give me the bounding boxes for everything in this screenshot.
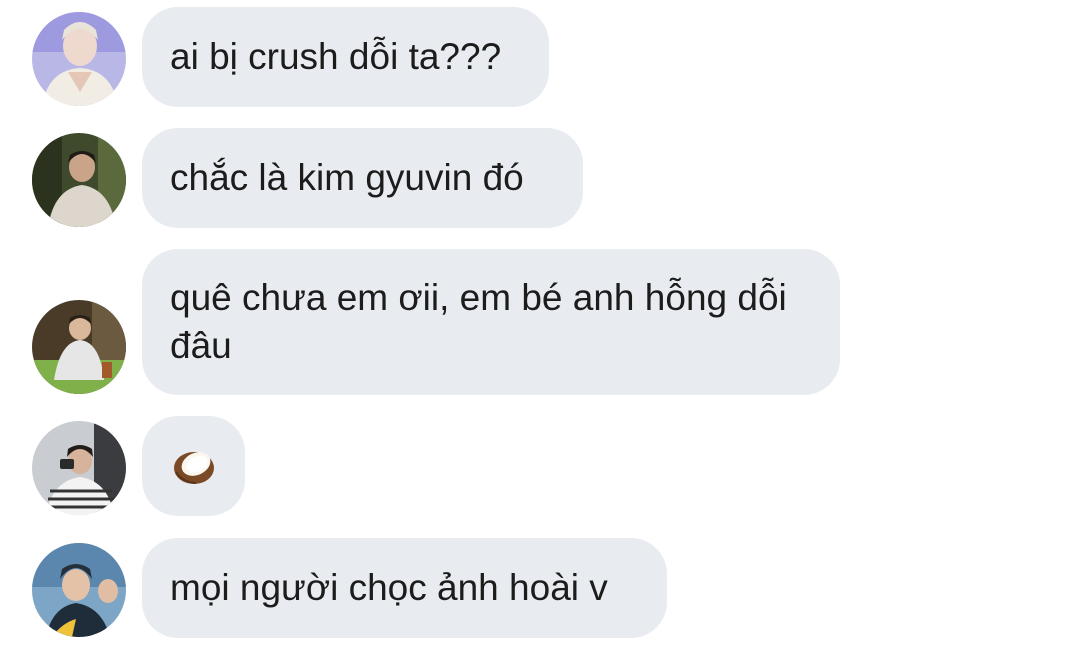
avatar[interactable] xyxy=(32,543,126,637)
coconut-emoji-icon xyxy=(173,452,214,484)
message-text: chắc là kim gyuvin đó xyxy=(170,157,524,198)
message-text: quê chưa em ơii, em bé anh hỗng dỗi đâu xyxy=(170,277,787,366)
avatar[interactable] xyxy=(32,12,126,106)
avatar-photo xyxy=(32,421,126,515)
avatar-photo xyxy=(32,300,126,394)
message-bubble: quê chưa em ơii, em bé anh hỗng dỗi đâu xyxy=(142,249,840,395)
message-bubble: ai bị crush dỗi ta??? xyxy=(142,7,549,107)
avatar[interactable] xyxy=(32,133,126,227)
avatar-photo xyxy=(32,543,126,637)
message-text: ai bị crush dỗi ta??? xyxy=(170,36,502,77)
avatar[interactable] xyxy=(32,300,126,394)
message-text: mọi người chọc ảnh hoài v xyxy=(170,567,608,608)
avatar-photo xyxy=(32,12,126,106)
avatar-photo xyxy=(32,133,126,227)
message-bubble: mọi người chọc ảnh hoài v xyxy=(142,538,667,638)
message-bubble xyxy=(142,416,245,516)
avatar[interactable] xyxy=(32,421,126,515)
message-bubble: chắc là kim gyuvin đó xyxy=(142,128,583,228)
